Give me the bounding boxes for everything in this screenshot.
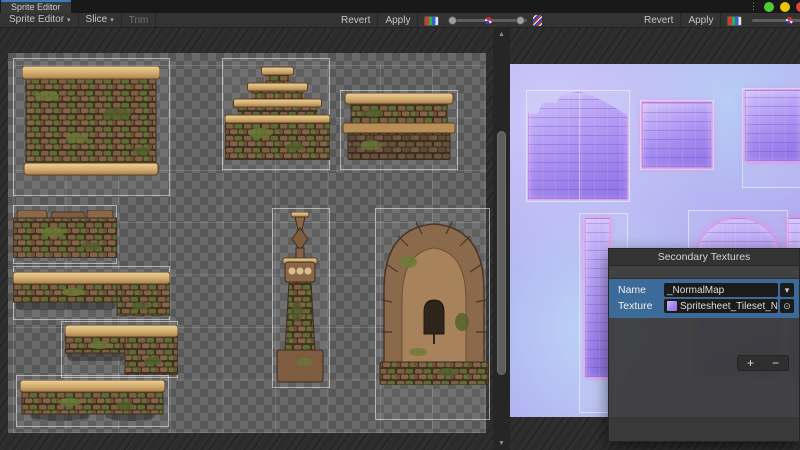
arch-sprite[interactable]: [378, 212, 490, 385]
slider-marker-icon: [485, 17, 492, 24]
window-menu-icon[interactable]: ⋮: [749, 0, 758, 13]
ledge-sprite-4[interactable]: [20, 380, 165, 422]
nm-wall-emboss: [528, 92, 628, 200]
nm-slice-line: [579, 92, 580, 200]
slider-marker-icon: [786, 17, 793, 24]
object-picker-button[interactable]: ⊙: [780, 299, 794, 313]
pillar-sprite[interactable]: [275, 212, 325, 385]
nm-block-emboss: [642, 102, 712, 168]
texture-list-row-empty[interactable]: [609, 266, 799, 279]
apply-button-left[interactable]: Apply: [378, 13, 418, 28]
sprite-canvas[interactable]: [8, 53, 486, 433]
revert-button-left[interactable]: Revert: [334, 13, 378, 28]
trim-button[interactable]: Trim: [122, 13, 157, 28]
name-dropdown-arrow[interactable]: ▾: [780, 283, 794, 297]
platform-sprite[interactable]: [343, 93, 455, 160]
scroll-up-icon[interactable]: ▲: [493, 29, 510, 40]
rgb-alpha-toggle-icon[interactable]: [727, 16, 742, 26]
texture-list-selected-entry[interactable]: Name _NormalMap ▾ Texture Spritesheet_Ti…: [609, 279, 799, 318]
texture-object-field[interactable]: Spritesheet_Tileset_NRM: [664, 299, 778, 313]
apply-button-right[interactable]: Apply: [681, 13, 721, 28]
ledge-sprite-1[interactable]: [13, 210, 117, 258]
tab-title: Sprite Editor: [11, 2, 61, 12]
ledge-sprite-2[interactable]: [13, 272, 170, 316]
remove-texture-button[interactable]: −: [763, 356, 788, 370]
panel-title: Secondary Textures: [609, 249, 799, 266]
ledge-sprite-3[interactable]: [65, 325, 178, 375]
sprite-editor-mode-dropdown[interactable]: Sprite Editor▾: [2, 13, 79, 28]
nm-right-emboss: [745, 90, 800, 162]
texture-label: Texture: [618, 300, 664, 312]
secondary-textures-panel: Secondary Textures Name _NormalMap ▾ Tex…: [608, 248, 800, 442]
rgb-alpha-toggle-icon[interactable]: [424, 16, 439, 26]
left-editor-area: [0, 28, 493, 450]
status-dot-yellow[interactable]: [780, 2, 790, 12]
slider-knob[interactable]: [516, 16, 525, 25]
name-dropdown[interactable]: _NormalMap: [664, 283, 778, 297]
add-texture-button[interactable]: +: [738, 356, 763, 370]
nm-pillar-emboss: [585, 218, 610, 378]
pyramid-sprite[interactable]: [225, 63, 330, 160]
status-dot-green[interactable]: [764, 2, 774, 12]
list-footer: + −: [737, 355, 789, 371]
status-dot-red[interactable]: [796, 2, 800, 12]
name-label: Name: [618, 284, 664, 296]
slider-knob[interactable]: [448, 16, 457, 25]
wall-sprite[interactable]: [22, 66, 160, 176]
texture-thumbnail-icon: [667, 301, 677, 311]
mip-slider-right[interactable]: [752, 19, 800, 22]
scrollbar-thumb[interactable]: [497, 131, 506, 375]
slice-dropdown[interactable]: Slice▾: [79, 13, 122, 28]
chevron-down-icon: ▾: [110, 17, 114, 24]
vertical-scrollbar[interactable]: ▲ ▼: [493, 28, 510, 450]
tab-sprite-editor[interactable]: Sprite Editor: [1, 0, 71, 13]
chevron-down-icon: ▾: [785, 285, 790, 295]
revert-button-right[interactable]: Revert: [637, 13, 681, 28]
tab-strip: Sprite Editor ⋮: [0, 0, 800, 13]
sprite-editor-window: Sprite Editor ⋮ Sprite Editor▾ Slice▾ Tr…: [0, 0, 800, 450]
chevron-down-icon: ▾: [67, 17, 71, 24]
mip-slider-left[interactable]: [449, 19, 527, 22]
object-picker-icon: ⊙: [783, 301, 791, 311]
toolbar: Sprite Editor▾ Slice▾ Trim Revert Apply …: [0, 13, 800, 28]
scroll-down-icon[interactable]: ▼: [493, 438, 510, 449]
mip-stripes-icon: [533, 15, 542, 26]
